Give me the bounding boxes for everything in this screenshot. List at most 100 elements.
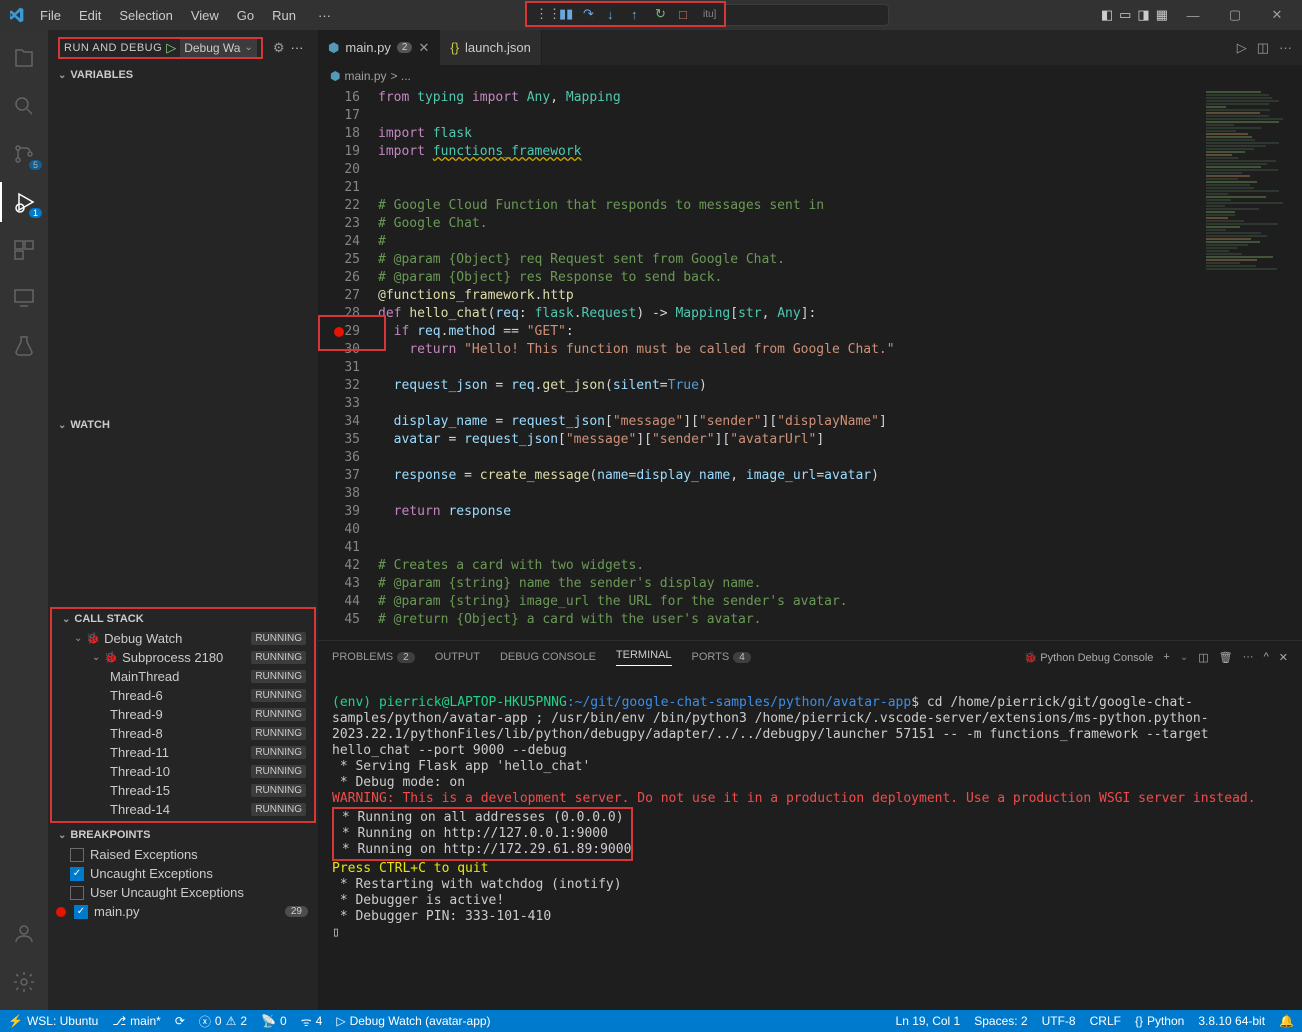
callstack-item[interactable]: MainThreadRUNNING [52, 667, 314, 686]
status-encoding[interactable]: UTF-8 [1042, 1014, 1076, 1028]
debug-settings-icon[interactable]: ⚙ [273, 40, 285, 56]
menu-run[interactable]: Run [264, 4, 304, 27]
stop-icon[interactable]: □ [679, 7, 693, 22]
breakpoint-raised-exceptions[interactable]: Raised Exceptions [48, 845, 318, 864]
tab-launch-json[interactable]: {} launch.json [440, 30, 541, 65]
vscode-logo-icon [8, 7, 24, 23]
status-notifications-icon[interactable]: 🔔 [1279, 1014, 1294, 1028]
checkbox-icon[interactable] [70, 848, 84, 862]
run-debug-selector[interactable]: RUN AND DEBUG ▷ Debug Wa ⌄ [58, 37, 263, 59]
status-indent[interactable]: Spaces: 2 [974, 1014, 1027, 1028]
status-ports[interactable]: ᯤ 4 [301, 1013, 323, 1030]
panel-tab-output[interactable]: OUTPUT [435, 651, 480, 663]
accounts-icon[interactable] [0, 914, 48, 954]
panel-tab-problems[interactable]: PROBLEMS2 [332, 651, 415, 663]
status-eol[interactable]: CRLF [1090, 1014, 1121, 1028]
layout-sidebar-right-icon[interactable]: ◨ [1137, 7, 1149, 23]
layout-panel-icon[interactable]: ▭ [1119, 7, 1131, 23]
run-debug-icon[interactable]: 1 [0, 182, 48, 222]
menu-selection[interactable]: Selection [111, 4, 180, 27]
step-out-icon[interactable]: ↑ [631, 7, 645, 22]
debug-config-dropdown[interactable]: Debug Wa ⌄ [180, 39, 257, 57]
menu-bar: File Edit Selection View Go Run ··· [32, 4, 339, 27]
remote-explorer-icon[interactable] [0, 278, 48, 318]
status-debug-session[interactable]: ▷Debug Watch (avatar-app) [336, 1014, 490, 1028]
window-minimize-icon[interactable]: — [1176, 8, 1210, 23]
debug-toolbar[interactable]: ⋮⋮ ▮▮ ↷ ↓ ↑ ↻ □ itu] [525, 1, 726, 27]
restart-icon[interactable]: ↻ [655, 6, 669, 22]
breakpoint-uncaught-exceptions[interactable]: ✓Uncaught Exceptions [48, 864, 318, 883]
step-over-icon[interactable]: ↷ [583, 6, 597, 22]
maximize-panel-icon[interactable]: ^ [1264, 651, 1269, 663]
drag-handle-icon[interactable]: ⋮⋮ [535, 6, 549, 22]
panel-tab-debug-console[interactable]: DEBUG CONSOLE [500, 651, 596, 663]
callstack-item[interactable]: Thread-14RUNNING [52, 800, 314, 819]
variables-section-header[interactable]: ⌄VARIABLES [48, 65, 318, 85]
callstack-item[interactable]: Thread-6RUNNING [52, 686, 314, 705]
source-control-icon[interactable]: 5 [0, 134, 48, 174]
callstack-item[interactable]: ⌄🐞Subprocess 2180RUNNING [52, 648, 314, 667]
extensions-icon[interactable] [0, 230, 48, 270]
search-icon[interactable] [0, 86, 48, 126]
callstack-item[interactable]: Thread-11RUNNING [52, 743, 314, 762]
checkbox-icon[interactable] [70, 886, 84, 900]
layout-sidebar-left-icon[interactable]: ◧ [1101, 7, 1113, 23]
breadcrumb[interactable]: ⬢ main.py > ... [318, 65, 1302, 87]
terminal-shell-selector[interactable]: 🐞 Python Debug Console [1024, 651, 1154, 664]
callstack-section-header[interactable]: ⌄CALL STACK [52, 609, 314, 629]
callstack-item[interactable]: Thread-15RUNNING [52, 781, 314, 800]
checkbox-checked-icon[interactable]: ✓ [70, 867, 84, 881]
explorer-icon[interactable] [0, 38, 48, 78]
kill-terminal-icon[interactable]: 🗑 [1219, 651, 1233, 664]
code-editor[interactable]: 1617181920212223242526272829303132333435… [318, 87, 1302, 640]
callstack-item[interactable]: Thread-8RUNNING [52, 724, 314, 743]
testing-icon[interactable] [0, 326, 48, 366]
status-radio[interactable]: 📡 0 [261, 1014, 287, 1028]
more-tab-actions-icon[interactable]: ··· [1279, 40, 1292, 55]
tab-main-py[interactable]: ⬢ main.py 2 ✕ [318, 30, 440, 65]
menu-overflow[interactable]: ··· [310, 4, 339, 27]
terminal-output[interactable]: (env) pierrick@LAPTOP-HKU5PNNG:~/git/goo… [318, 673, 1302, 1010]
split-terminal-icon[interactable]: ◫ [1198, 651, 1208, 664]
menu-file[interactable]: File [32, 4, 69, 27]
menu-go[interactable]: Go [229, 4, 262, 27]
callstack-item[interactable]: Thread-10RUNNING [52, 762, 314, 781]
layout-customize-icon[interactable]: ▦ [1156, 7, 1168, 23]
bottom-panel: PROBLEMS2 OUTPUT DEBUG CONSOLE TERMINAL … [318, 640, 1302, 1010]
callstack-item[interactable]: Thread-9RUNNING [52, 705, 314, 724]
breakpoint-dot-icon [56, 907, 66, 917]
breakpoint-user-uncaught-exceptions[interactable]: User Uncaught Exceptions [48, 883, 318, 902]
status-branch[interactable]: ⎇main* [112, 1014, 161, 1028]
step-into-icon[interactable]: ↓ [607, 7, 621, 22]
menu-edit[interactable]: Edit [71, 4, 109, 27]
more-terminal-icon[interactable]: ··· [1243, 651, 1254, 663]
new-terminal-icon[interactable]: + [1163, 651, 1169, 663]
breakpoints-section-header[interactable]: ⌄BREAKPOINTS [48, 825, 318, 845]
close-panel-icon[interactable]: ✕ [1279, 651, 1288, 664]
breakpoint-file-main[interactable]: ✓ main.py 29 [48, 902, 318, 921]
python-file-icon: ⬢ [330, 69, 340, 83]
start-debug-icon[interactable]: ▷ [166, 40, 176, 56]
panel-tab-terminal[interactable]: TERMINAL [616, 649, 672, 666]
watch-section-header[interactable]: ⌄WATCH [48, 415, 318, 435]
run-file-icon[interactable]: ▷ [1237, 40, 1247, 56]
settings-gear-icon[interactable] [0, 962, 48, 1002]
status-language[interactable]: {} Python [1135, 1014, 1184, 1028]
callstack-item[interactable]: ⌄🐞Debug WatchRUNNING [52, 629, 314, 648]
split-editor-icon[interactable]: ◫ [1257, 40, 1269, 56]
pause-icon[interactable]: ▮▮ [559, 6, 573, 22]
tab-close-icon[interactable]: ✕ [418, 40, 429, 56]
status-python-version[interactable]: 3.8.10 64-bit [1198, 1014, 1265, 1028]
window-close-icon[interactable]: ✕ [1260, 7, 1294, 23]
status-remote[interactable]: ⚡WSL: Ubuntu [8, 1014, 98, 1028]
status-sync[interactable]: ⟳ [175, 1014, 185, 1028]
status-problems[interactable]: ⓧ 0 ⚠ 2 [199, 1013, 247, 1030]
menu-view[interactable]: View [183, 4, 227, 27]
window-maximize-icon[interactable]: ▢ [1218, 7, 1252, 23]
minimap[interactable] [1202, 87, 1302, 640]
status-cursor-position[interactable]: Ln 19, Col 1 [896, 1014, 961, 1028]
panel-tab-ports[interactable]: PORTS4 [692, 651, 751, 663]
checkbox-checked-icon[interactable]: ✓ [74, 905, 88, 919]
more-actions-icon[interactable]: ··· [290, 40, 303, 55]
status-bar: ⚡WSL: Ubuntu ⎇main* ⟳ ⓧ 0 ⚠ 2 📡 0 ᯤ 4 ▷D… [0, 1010, 1302, 1032]
